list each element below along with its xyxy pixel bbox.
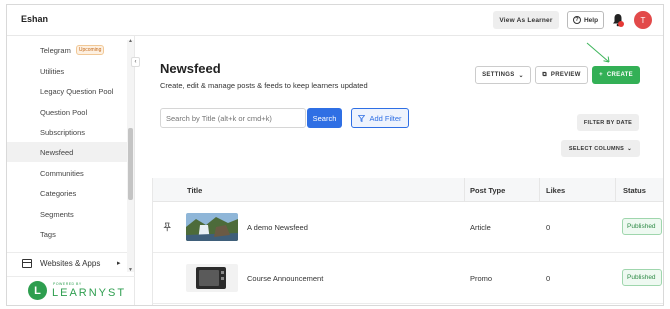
add-filter-label: Add Filter (369, 113, 402, 123)
scroll-down-icon[interactable]: ▼ (128, 267, 133, 273)
filter-by-date-button[interactable]: FILTER BY DATE (577, 114, 639, 131)
sidebar-item-telegram[interactable]: Telegram Upcoming (7, 40, 127, 60)
window-icon (22, 259, 32, 268)
filter-icon (358, 114, 366, 122)
sidebar-item-tags[interactable]: Tags (7, 224, 127, 244)
app-window: Eshan View As Learner ? Help T Telegram … (6, 4, 664, 306)
chevron-right-icon: ▸ (117, 260, 121, 267)
column-divider (615, 178, 616, 202)
preview-label: PREVIEW (550, 72, 581, 78)
newsfeed-table: Title Post Type Likes Status A demo News… (152, 178, 663, 305)
scroll-up-icon[interactable]: ▲ (128, 38, 133, 44)
brand-name: Eshan (21, 14, 49, 24)
settings-button[interactable]: SETTINGS ⌄ (475, 66, 531, 84)
table-row[interactable]: Course Announcement Promo 0 Published (153, 254, 663, 304)
sidebar-item-segments[interactable]: Segments (7, 204, 127, 224)
table-row[interactable]: A demo Newsfeed Article 0 Published (153, 203, 663, 253)
post-type: Promo (470, 274, 493, 283)
sidebar-item-newsfeed[interactable]: Newsfeed (7, 142, 127, 162)
post-thumbnail-tv (186, 264, 238, 292)
collapse-sidebar-icon[interactable]: ‹ (131, 57, 140, 67)
sidebar-item-utilities[interactable]: Utilities (7, 61, 127, 81)
preview-button[interactable]: ⧉ PREVIEW (535, 66, 588, 84)
sidebar: Telegram Upcoming Utilities Legacy Quest… (7, 36, 135, 305)
notification-badge (618, 21, 624, 27)
powered-by-text: POWERED BY (53, 282, 82, 286)
post-thumbnail-waterfall (186, 213, 238, 241)
learnyst-logo-icon: L (28, 281, 47, 300)
plus-icon: + (599, 72, 603, 78)
pin-icon[interactable] (162, 222, 172, 232)
learnyst-logo-text: LEARNYST (52, 287, 127, 299)
sidebar-item-websites-apps[interactable]: Websites & Apps ▸ (7, 252, 127, 274)
select-columns-button[interactable]: SELECT COLUMNS ⌄ (561, 140, 640, 157)
page-title: Newsfeed (160, 61, 221, 76)
sidebar-scrollbar-thumb[interactable] (128, 128, 133, 200)
sidebar-item-categories[interactable]: Categories (7, 183, 127, 203)
sidebar-item-label: Telegram (40, 45, 71, 55)
column-divider (539, 178, 540, 202)
settings-label: SETTINGS (482, 72, 515, 78)
sidebar-item-communities[interactable]: Communities (7, 163, 127, 183)
create-label: CREATE (606, 72, 633, 78)
post-title[interactable]: A demo Newsfeed (247, 223, 308, 232)
status-badge: Published (622, 269, 662, 286)
sidebar-item-subscriptions[interactable]: Subscriptions (7, 122, 127, 142)
table-header: Title Post Type Likes Status (153, 178, 663, 202)
column-divider (464, 178, 465, 202)
avatar[interactable]: T (634, 11, 652, 29)
view-as-learner-button[interactable]: View As Learner (493, 11, 559, 29)
main-content: Newsfeed Create, edit & manage posts & f… (135, 36, 663, 305)
search-input[interactable] (160, 108, 306, 128)
post-likes: 0 (546, 274, 551, 283)
external-link-icon: ⧉ (542, 71, 547, 78)
help-button[interactable]: ? Help (567, 11, 604, 29)
post-likes: 0 (546, 223, 551, 232)
page-subtitle: Create, edit & manage posts & feeds to k… (160, 81, 368, 90)
add-filter-button[interactable]: Add Filter (351, 108, 409, 128)
powered-by-learnyst: L POWERED BY LEARNYST (7, 276, 135, 305)
column-header-post-type[interactable]: Post Type (470, 186, 505, 195)
sidebar-item-legacy-question-pool[interactable]: Legacy Question Pool (7, 81, 127, 101)
websites-label: Websites & Apps (40, 259, 101, 268)
chevron-down-icon: ⌄ (518, 72, 524, 79)
status-badge: Published (622, 218, 662, 235)
upcoming-tag: Upcoming (75, 45, 105, 55)
select-columns-label: SELECT COLUMNS (568, 145, 625, 152)
column-header-status[interactable]: Status (623, 186, 646, 195)
top-bar: Eshan View As Learner ? Help T (7, 5, 663, 36)
help-label: Help (583, 16, 599, 24)
help-icon: ? (572, 16, 581, 24)
column-header-title[interactable]: Title (187, 186, 202, 195)
sidebar-item-question-pool[interactable]: Question Pool (7, 102, 127, 122)
create-button[interactable]: + CREATE (592, 66, 640, 84)
arrow-annotation-icon (586, 42, 610, 63)
search-button[interactable]: Search (307, 108, 342, 128)
column-header-likes[interactable]: Likes (546, 186, 565, 195)
post-type: Article (470, 223, 491, 232)
chevron-down-icon: ⌄ (627, 145, 633, 152)
post-title[interactable]: Course Announcement (247, 274, 323, 283)
